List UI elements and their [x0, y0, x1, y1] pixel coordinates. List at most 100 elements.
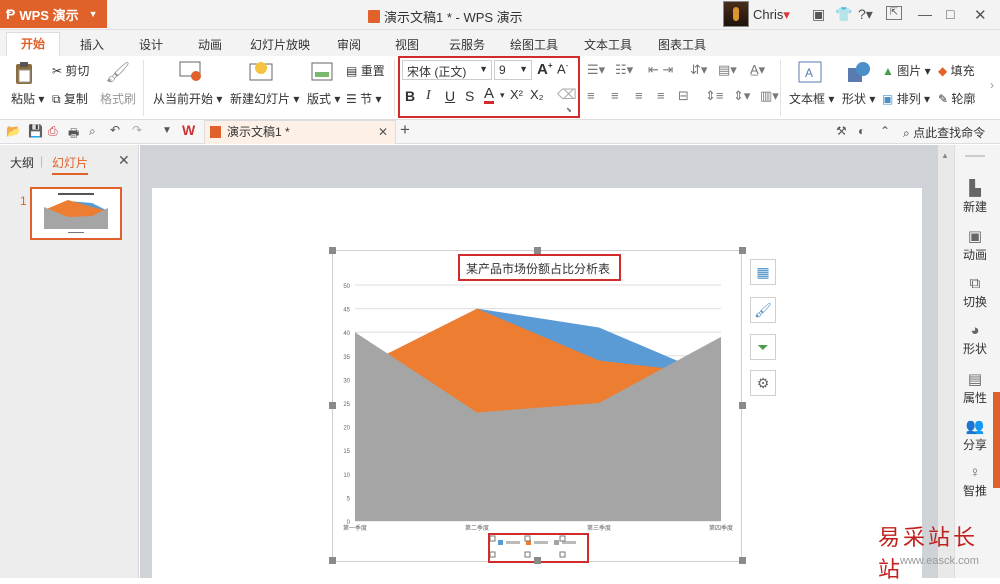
document-tab[interactable]: 演示文稿1 * ✕: [204, 120, 396, 144]
tab-cloud[interactable]: 云服务: [449, 36, 485, 53]
paste-button[interactable]: 粘贴 ▾: [11, 90, 44, 107]
undo-icon[interactable]: ↶: [110, 123, 120, 137]
align-center-icon[interactable]: ≡: [611, 88, 619, 103]
font-family-select[interactable]: 宋体 (正文) ▼: [402, 60, 492, 80]
right-btn-share[interactable]: 👥 分享: [955, 417, 995, 453]
tab-home[interactable]: 开始: [6, 32, 60, 56]
resize-handle[interactable]: [329, 247, 336, 254]
textbox-button[interactable]: 文本框 ▾: [789, 90, 834, 107]
bullets-icon[interactable]: ☰▾: [587, 62, 605, 78]
arrange-button[interactable]: ▣ 排列 ▾: [882, 90, 930, 107]
save-icon[interactable]: 💾: [28, 124, 43, 138]
user-name[interactable]: Chris▾: [753, 7, 790, 23]
font-color-button[interactable]: A: [484, 86, 495, 104]
command-search[interactable]: ⌕ 点此查找命令: [903, 124, 985, 141]
font-size-select[interactable]: 9 ▼: [494, 60, 532, 80]
redo-icon[interactable]: ↷: [132, 123, 142, 137]
pin-icon[interactable]: ◐: [858, 124, 865, 138]
align-right-icon[interactable]: ≡: [635, 88, 643, 103]
shape-button[interactable]: 形状 ▾: [842, 90, 875, 107]
scroll-up-icon[interactable]: ▲: [941, 151, 949, 160]
line-spacing-icon[interactable]: ⇕≡: [705, 88, 723, 104]
indent-icon[interactable]: ⇤ ⇥: [648, 62, 673, 78]
numbering-icon[interactable]: ☷▾: [615, 62, 633, 78]
letter-spacing-icon[interactable]: A̲▾: [750, 62, 765, 78]
maximize-icon[interactable]: □: [946, 6, 954, 22]
strike-button[interactable]: S: [465, 88, 474, 104]
italic-button[interactable]: I: [426, 88, 431, 104]
tab-outline[interactable]: 大纲: [10, 154, 34, 171]
tab-review[interactable]: 审阅: [337, 36, 361, 53]
dialog-launcher-icon[interactable]: ⬊: [566, 106, 572, 114]
format-painter-button[interactable]: 格式刷: [100, 90, 136, 107]
restore-ribbon-icon[interactable]: ⇱: [886, 6, 902, 20]
chart-filter-button[interactable]: ⏷: [750, 334, 776, 360]
tab-slides[interactable]: 幻灯片: [52, 154, 89, 175]
columns-icon[interactable]: ▥▾: [760, 88, 779, 104]
resize-handle[interactable]: [329, 402, 336, 409]
preview-icon[interactable]: ⌕: [89, 124, 96, 139]
collapse-icon[interactable]: ⌃: [880, 124, 890, 138]
right-btn-animation[interactable]: ▣ 动画: [955, 227, 995, 263]
bold-button[interactable]: B: [405, 88, 415, 104]
minimize-icon[interactable]: —: [918, 6, 932, 22]
superscript-button[interactable]: X²: [510, 87, 523, 102]
resize-handle[interactable]: [739, 557, 746, 564]
chevron-down-icon[interactable]: ▾: [500, 90, 505, 101]
fill-button[interactable]: ◆ 填充: [938, 62, 975, 79]
paste-icon[interactable]: [10, 60, 40, 88]
app-menu-button[interactable]: Ᵽ WPS 演示 ▼: [0, 0, 107, 28]
slide-thumbnail[interactable]: [30, 187, 122, 240]
print-icon[interactable]: 🖶: [68, 124, 79, 145]
resize-handle[interactable]: [739, 402, 746, 409]
tab-insert[interactable]: 插入: [80, 36, 104, 53]
tools-icon[interactable]: ⚒: [836, 124, 847, 138]
chart-style-button[interactable]: 🖌: [750, 297, 776, 323]
increase-font-icon[interactable]: A+: [537, 61, 553, 78]
paragraph-spacing-icon[interactable]: ⇕▾: [733, 88, 750, 104]
customize-icon[interactable]: ▼: [162, 125, 172, 136]
clear-format-icon[interactable]: ⌫: [557, 86, 577, 103]
wps-w-icon[interactable]: W: [182, 122, 195, 138]
layout-button[interactable]: 版式 ▾: [307, 90, 340, 107]
tab-design[interactable]: 设计: [139, 36, 163, 53]
text-direction-icon[interactable]: ⇵▾: [690, 62, 707, 78]
right-btn-property[interactable]: ▤ 属性: [955, 370, 995, 406]
right-btn-recommend[interactable]: ♀ 智推: [955, 464, 995, 499]
right-btn-shape[interactable]: ◕ 形状: [955, 322, 995, 357]
pdf-icon[interactable]: ⎙: [48, 124, 58, 139]
chevron-right-icon[interactable]: ›: [990, 78, 994, 92]
resize-handle[interactable]: [739, 247, 746, 254]
distribute-icon[interactable]: ⊟: [678, 88, 689, 104]
expand-pane-handle[interactable]: [993, 392, 1000, 488]
tab-animation[interactable]: 动画: [198, 36, 222, 53]
shirt-icon[interactable]: 👕: [835, 6, 852, 23]
right-btn-new[interactable]: ▙ 新建: [955, 179, 995, 215]
underline-button[interactable]: U: [445, 88, 455, 104]
chart-object[interactable]: 某产品市场份额占比分析表 0 5 10 15 20 25 30 35 40 45 50 第一季度 第二季度…: [332, 250, 742, 562]
justify-icon[interactable]: ≡: [657, 88, 665, 103]
tab-chart-tools[interactable]: 图表工具: [658, 36, 706, 53]
open-icon[interactable]: 📂: [6, 124, 21, 138]
subscript-button[interactable]: X₂: [530, 87, 544, 102]
tab-drawing-tools[interactable]: 绘图工具: [510, 36, 558, 53]
reset-button[interactable]: ▤ 重置: [346, 62, 385, 79]
resize-handle[interactable]: [329, 557, 336, 564]
picture-button[interactable]: ▲ 图片 ▾: [882, 62, 931, 79]
right-btn-transition[interactable]: ⧉ 切换: [955, 275, 995, 310]
close-panel-icon[interactable]: ✕: [118, 152, 130, 169]
new-slide-button[interactable]: 新建幻灯片 ▾: [230, 90, 299, 107]
chart-elements-button[interactable]: ▦: [750, 259, 776, 285]
tab-text-tools[interactable]: 文本工具: [584, 36, 632, 53]
vertical-scrollbar[interactable]: ▲: [938, 145, 954, 578]
align-left-icon[interactable]: ≡: [587, 88, 595, 103]
outline-button[interactable]: ✎ 轮廓: [938, 90, 975, 107]
copy-button[interactable]: ⧉ 复制: [52, 90, 88, 107]
new-tab-icon[interactable]: +: [400, 120, 410, 140]
skin-icon[interactable]: ▣: [812, 6, 825, 23]
help-icon[interactable]: ?▾: [858, 6, 873, 23]
tab-slideshow[interactable]: 幻灯片放映: [250, 36, 310, 53]
from-current-button[interactable]: 从当前开始 ▾: [153, 90, 222, 107]
resize-handle[interactable]: [534, 247, 541, 254]
avatar[interactable]: [723, 1, 749, 27]
